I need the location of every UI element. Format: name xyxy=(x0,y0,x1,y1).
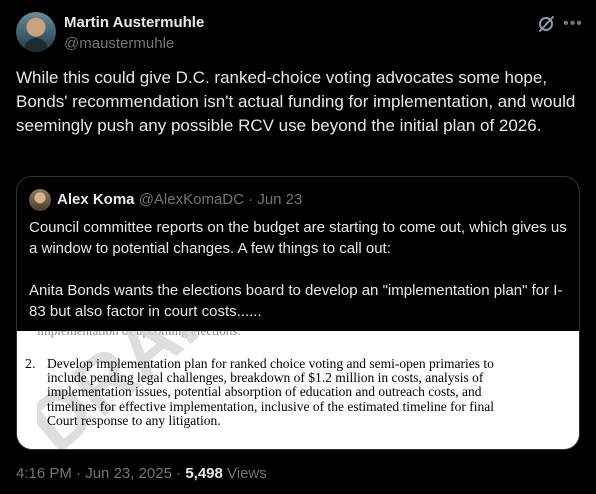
quote-text: Council committee reports on the budget … xyxy=(29,217,569,322)
grok-icon[interactable] xyxy=(536,14,556,34)
more-icon[interactable]: ••• xyxy=(563,14,583,34)
quote-author-name: Alex Koma xyxy=(57,191,135,208)
post-date[interactable]: Jun 23, 2025 xyxy=(85,465,172,482)
document-image[interactable]: implementation of upcoming elections. DR… xyxy=(17,331,579,449)
quote-separator: · xyxy=(248,191,254,208)
quote-header: Alex Koma @AlexKomaDC · Jun 23 xyxy=(57,191,302,208)
quote-author-handle: @AlexKomaDC xyxy=(138,191,244,208)
quote-paragraph-1: Council committee reports on the budget … xyxy=(29,219,567,257)
post-text: While this could give D.C. ranked-choice… xyxy=(16,68,576,135)
views-label: Views xyxy=(222,465,267,482)
document-cut-line: implementation of upcoming elections. xyxy=(37,331,241,339)
document-item-number: 2. xyxy=(25,357,36,372)
post-metadata: 4:16 PM · Jun 23, 2025 · 5,498 Views xyxy=(16,465,267,482)
quote-avatar xyxy=(29,189,51,211)
author-name[interactable]: Martin Austermuhle xyxy=(64,14,204,31)
post-time[interactable]: 4:16 PM xyxy=(16,465,72,482)
grok-icon-svg xyxy=(539,16,554,32)
quote-date: Jun 23 xyxy=(257,191,303,208)
quoted-post[interactable]: Alex Koma @AlexKomaDC · Jun 23 Council c… xyxy=(16,176,580,450)
avatar-shirt xyxy=(24,38,48,52)
meta-separator-2: · xyxy=(171,465,186,482)
views-count[interactable]: 5,498 xyxy=(185,465,223,482)
document-item-text: Develop implementation plan for ranked c… xyxy=(47,356,494,428)
author-handle[interactable]: @maustermuhle xyxy=(64,35,174,52)
quote-paragraph-2: Anita Bonds wants the elections board to… xyxy=(29,282,563,320)
meta-separator-1: · xyxy=(71,465,86,482)
author-avatar[interactable] xyxy=(16,12,56,52)
